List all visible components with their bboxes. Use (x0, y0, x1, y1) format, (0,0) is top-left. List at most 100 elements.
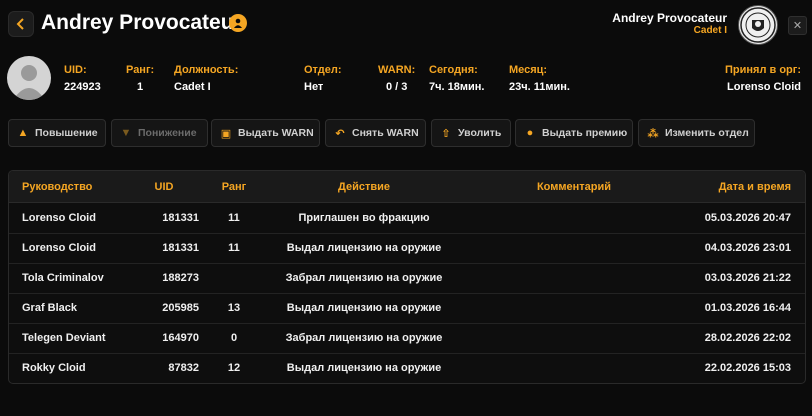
cell-action: Забрал лицензию на оружие (285, 332, 443, 344)
info-accepted-by: Принял в орг: Lorenso Cloid (725, 64, 801, 93)
cell-comment (479, 233, 669, 263)
info-value: 0 / 3 (385, 81, 408, 93)
give-bonus-label: Выдать премию (542, 127, 628, 139)
table-row[interactable]: Lorenso Cloid 181331 11 Выдал лицензию н… (9, 233, 805, 264)
info-value: 7ч. 18мин. (429, 81, 485, 93)
column-header-lead: Руководство (22, 180, 93, 193)
column-header-rank: Ранг (221, 180, 247, 193)
cell-uid: 205985 (162, 302, 199, 314)
history-table: Руководство UID Ранг Действие Комментари… (8, 170, 806, 384)
cell-rank (214, 263, 254, 293)
cell-action: Выдал лицензию на оружие (286, 242, 442, 254)
give-warn-label: Выдать WARN (238, 127, 314, 139)
fire-button[interactable]: ⇧ Уволить (431, 119, 511, 147)
close-button[interactable]: ✕ (788, 16, 807, 35)
organization-emblem (738, 5, 778, 45)
cell-action: Выдал лицензию на оружие (286, 302, 442, 314)
info-department: Отдел: Нет (304, 64, 342, 93)
demote-button[interactable]: ▼ Понижение (111, 119, 208, 147)
column-header-uid: UID (154, 180, 174, 193)
chevron-up-icon: ▲ (17, 127, 29, 139)
table-row[interactable]: Rokky Cloid 87832 12 Выдал лицензию на о… (9, 353, 805, 383)
chevron-left-icon (16, 18, 24, 30)
info-label: Сегодня: (429, 64, 478, 76)
cell-comment (479, 293, 669, 323)
chevron-down-icon: ▼ (120, 127, 132, 139)
cell-lead: Graf Black (22, 302, 78, 314)
info-uid: UID: 224923 (64, 64, 101, 93)
info-value: 23ч. 11мин. (509, 81, 570, 93)
cell-lead: Lorenso Cloid (22, 212, 96, 224)
cell-rank: 12 (227, 362, 241, 374)
change-department-button[interactable]: ⁂ Изменить отдел (638, 119, 755, 147)
cell-comment (479, 323, 669, 353)
promote-label: Повышение (35, 127, 98, 139)
cell-date: 04.03.2026 23:01 (704, 242, 791, 254)
cell-lead: Telegen Deviant (22, 332, 106, 344)
column-header-action: Действие (338, 180, 390, 193)
info-warn: WARN: 0 / 3 (378, 64, 415, 93)
cell-date: 05.03.2026 20:47 (704, 212, 791, 224)
current-user-name: Andrey Provocateur (612, 11, 727, 25)
remove-warn-label: Снять WARN (352, 127, 419, 139)
cell-action: Выдал лицензию на оружие (286, 362, 442, 374)
info-value: Нет (304, 81, 324, 93)
cell-date: 01.03.2026 16:44 (704, 302, 791, 314)
column-header-comment: Комментарий (536, 180, 612, 193)
back-button[interactable] (8, 11, 34, 37)
cell-action: Забрал лицензию на оружие (285, 272, 443, 284)
warn-document-icon: ▣ (220, 127, 232, 140)
page-title: Andrey Provocateur (41, 11, 242, 34)
give-warn-button[interactable]: ▣ Выдать WARN (211, 119, 320, 147)
info-position: Должность: Cadet I (174, 64, 238, 93)
info-label: Принял в орг: (725, 64, 801, 76)
cell-uid: 181331 (162, 212, 199, 224)
fire-person-icon: ⇧ (441, 127, 451, 140)
avatar (7, 56, 51, 100)
info-label: Месяц: (509, 64, 548, 76)
close-icon: ✕ (792, 20, 803, 32)
info-value: 224923 (64, 81, 101, 93)
info-label: UID: (64, 64, 87, 76)
cell-uid: 188273 (162, 272, 199, 284)
info-value: 1 (137, 81, 144, 93)
info-value: Cadet I (174, 81, 211, 93)
table-row[interactable]: Lorenso Cloid 181331 11 Приглашен во фра… (9, 203, 805, 234)
promote-button[interactable]: ▲ Повышение (8, 119, 106, 147)
cell-uid: 181331 (162, 242, 199, 254)
info-label: Должность: (174, 64, 239, 76)
give-bonus-button[interactable]: ● Выдать премию (515, 119, 633, 147)
undo-arrow-icon: ↶ (335, 127, 345, 140)
table-row[interactable]: Telegen Deviant 164970 0 Забрал лицензию… (9, 323, 805, 354)
cell-uid: 87832 (168, 362, 199, 374)
cell-rank: 0 (230, 332, 238, 344)
fire-label: Уволить (458, 127, 502, 139)
info-month: Месяц: 23ч. 11мин. (509, 64, 570, 93)
cell-rank: 11 (228, 242, 240, 254)
cell-uid: 164970 (162, 332, 199, 344)
demote-label: Понижение (138, 127, 197, 139)
cell-date: 28.02.2026 22:02 (704, 332, 791, 344)
cell-rank: 11 (228, 212, 240, 224)
cell-date: 03.03.2026 21:22 (704, 272, 791, 284)
info-value: Lorenso Cloid (727, 81, 801, 93)
cell-lead: Lorenso Cloid (22, 242, 96, 254)
user-badge-icon[interactable] (229, 14, 247, 32)
header: Andrey Provocateur Andrey Provocateur Ca… (0, 0, 812, 48)
info-today: Сегодня: 7ч. 18мин. (429, 64, 484, 93)
cell-date: 22.02.2026 15:03 (704, 362, 791, 374)
cell-lead: Rokky Cloid (22, 362, 86, 374)
cell-action: Приглашен во фракцию (298, 212, 430, 224)
table-row[interactable]: Tola Criminalov 188273 Забрал лицензию н… (9, 263, 805, 294)
hierarchy-icon: ⁂ (647, 127, 659, 140)
table-row[interactable]: Graf Black 205985 13 Выдал лицензию на о… (9, 293, 805, 324)
info-label: Отдел: (304, 64, 342, 76)
remove-warn-button[interactable]: ↶ Снять WARN (325, 119, 426, 147)
table-header: Руководство UID Ранг Действие Комментари… (9, 171, 805, 203)
info-label: Ранг: (126, 64, 155, 76)
info-rank: Ранг: 1 (126, 64, 154, 93)
current-user-rank: Cadet I (693, 25, 727, 36)
coin-icon: ● (526, 127, 534, 139)
change-department-label: Изменить отдел (665, 127, 749, 139)
cell-lead: Tola Criminalov (22, 272, 104, 284)
